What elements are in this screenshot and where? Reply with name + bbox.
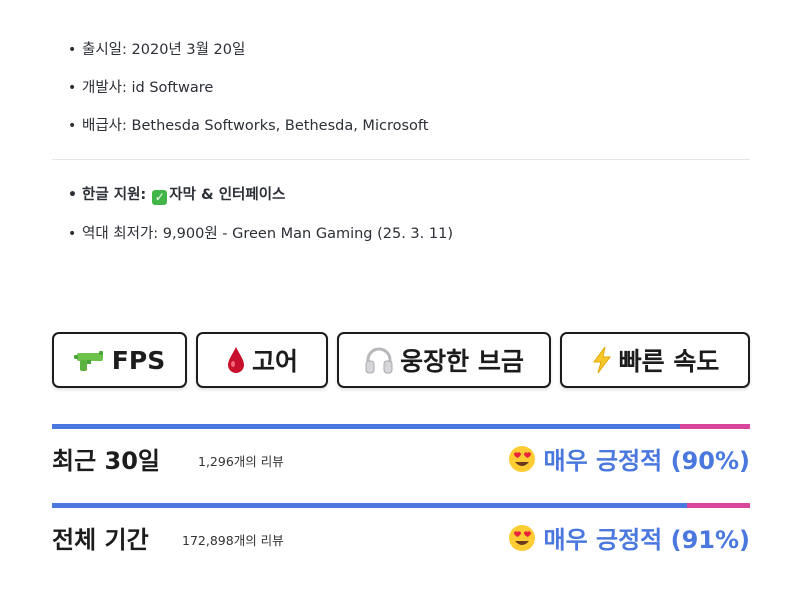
korean-support-value: 자막 & 인터페이스 [169, 187, 286, 203]
divider [52, 159, 750, 160]
tag-fps[interactable]: FPS [52, 332, 187, 388]
developer-item: • 개발사: id Software [52, 78, 750, 98]
headphones-icon [364, 346, 394, 374]
tag-gore[interactable]: 고어 [196, 332, 328, 388]
tag-fast-paced[interactable]: 빠른 속도 [560, 332, 750, 388]
publisher-value: Bethesda Softworks, Bethesda, Microsoft [126, 118, 429, 134]
review-period-title: 전체 기간 [52, 526, 149, 554]
lightning-icon [591, 346, 613, 374]
korean-support-item: • 한글 지원: ✓ 자막 & 인터페이스 [52, 185, 750, 205]
review-period-title: 최근 30일 [52, 447, 160, 475]
review-verdict-text: 매우 긍정적 (90%) [543, 447, 751, 475]
bullet: • [68, 42, 77, 58]
blood-drop-icon [226, 346, 246, 374]
publisher-label: 배급사: [82, 118, 127, 134]
bullet: • [68, 187, 77, 203]
lowest-price-item: • 역대 최저가: 9,900원 - Green Man Gaming (25.… [52, 224, 750, 244]
review-verdict: 매우 긍정적 (91%) [508, 520, 751, 555]
water-pistol-icon [73, 347, 106, 373]
review-verdict-text: 매우 긍정적 (91%) [543, 526, 751, 554]
release-date-value: 2020년 3월 20일 [126, 42, 246, 58]
heart-eyes-emoji-icon [508, 445, 536, 473]
tag-label: 웅장한 브금 [400, 347, 524, 376]
bullet: • [68, 80, 77, 96]
review-ratio-bar [52, 503, 750, 508]
developer-label: 개발사: [82, 80, 127, 96]
release-date-label: 출시일: [82, 42, 127, 58]
release-date-item: • 출시일: 2020년 3월 20일 [52, 40, 750, 60]
positive-ratio-fill [52, 424, 681, 429]
korean-support-label: 한글 지원: [82, 187, 147, 203]
review-count: 1,296개의 리뷰 [198, 454, 284, 469]
developer-value: id Software [126, 80, 214, 96]
review-count: 172,898개의 리뷰 [182, 533, 284, 548]
check-mark-icon: ✓ [152, 190, 168, 205]
publisher-item: • 배급사: Bethesda Softworks, Bethesda, Mic… [52, 116, 750, 136]
bullet: • [68, 118, 77, 134]
review-summary-all-time: 전체 기간 172,898개의 리뷰 매우 긍정적 (91%) [52, 503, 750, 563]
tag-label: 빠른 속도 [618, 347, 720, 376]
review-summary-recent: 최근 30일 1,296개의 리뷰 매우 긍정적 (90%) [52, 424, 750, 484]
positive-ratio-fill [52, 503, 688, 508]
bullet: • [68, 226, 77, 242]
tag-row: FPS 고어 웅장한 브금 빠른 속도 [52, 332, 750, 392]
tag-epic-bgm[interactable]: 웅장한 브금 [337, 332, 551, 388]
game-extra-info-list: • 한글 지원: ✓ 자막 & 인터페이스 • 역대 최저가: 9,900원 - … [52, 185, 750, 263]
tag-label: FPS [111, 345, 166, 375]
heart-eyes-emoji-icon [508, 524, 536, 552]
tag-label: 고어 [251, 347, 298, 376]
game-info-list: • 출시일: 2020년 3월 20일 • 개발사: id Software •… [52, 40, 750, 154]
review-ratio-bar [52, 424, 750, 429]
lowest-price-value: 9,900원 - Green Man Gaming (25. 3. 11) [158, 226, 453, 242]
lowest-price-label: 역대 최저가: [82, 226, 159, 242]
review-verdict: 매우 긍정적 (90%) [508, 441, 751, 476]
